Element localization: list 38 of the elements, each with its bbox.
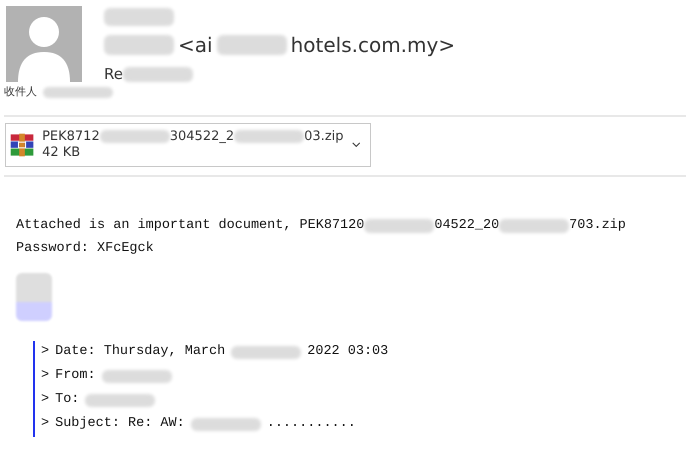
body-text: 703.zip [569, 216, 626, 235]
quote-text: From: [55, 367, 96, 386]
quote-text: 2022 03:03 [307, 343, 388, 362]
attachment-size: 42 KB [42, 144, 82, 160]
attachment-card[interactable]: PEK8712 304522_2 03.zip 42 KB [5, 122, 371, 166]
quote-marker: > [41, 391, 50, 410]
blurred-text [100, 130, 170, 144]
blurred-text [234, 130, 304, 144]
blurred-text [102, 370, 172, 384]
blurred-text [499, 219, 570, 233]
blurred-text [104, 35, 174, 55]
recipients-label: 收件人 [4, 84, 37, 100]
quote-marker: > [41, 343, 50, 362]
attachment-name: 03.zip [304, 128, 344, 144]
body-text: 04522_20 [434, 216, 500, 235]
attachment-name: 304522_2 [170, 128, 234, 144]
quote-marker: > [41, 367, 50, 386]
quote-text: Date: Thursday, March [55, 343, 226, 362]
quote-text: ........... [266, 415, 356, 434]
blurred-text [43, 86, 113, 98]
quote-text: To: [55, 391, 80, 410]
sender-address: <ai [178, 32, 213, 59]
blurred-text [122, 66, 193, 82]
blurred-text [364, 219, 434, 233]
sender-address: hotels.com.my> [290, 32, 456, 59]
blurred-text [216, 35, 287, 55]
email-subject: Re [104, 64, 123, 85]
blurred-text [104, 8, 174, 26]
body-text: Password: XFcEgck [16, 240, 154, 258]
blurred-signature [16, 272, 52, 320]
body-text: Attached is an important document, PEK87120 [16, 216, 364, 235]
blurred-text [85, 394, 156, 408]
blurred-text [190, 418, 261, 432]
blurred-text [231, 346, 302, 360]
attachment-name: PEK8712 [42, 128, 100, 144]
chevron-down-icon[interactable] [352, 140, 360, 148]
quote-marker: > [41, 415, 50, 434]
quote-text: Subject: Re: AW: [55, 415, 185, 434]
